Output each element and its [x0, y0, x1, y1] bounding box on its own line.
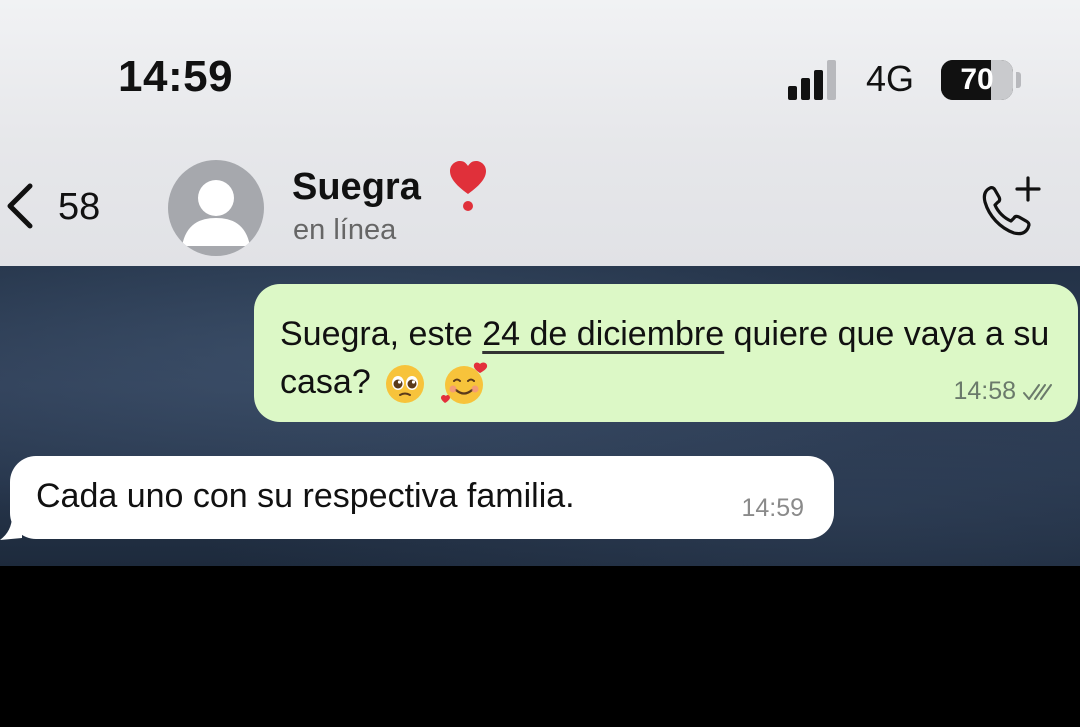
incoming-message[interactable]: Cada uno con su respectiva familia. 14:5…	[10, 456, 834, 539]
outgoing-message-meta: 14:58	[953, 377, 1054, 406]
back-chevron-icon	[7, 183, 33, 229]
smiling-face-with-hearts-emoji	[440, 362, 487, 405]
contact-avatar[interactable]	[168, 160, 264, 256]
back-button[interactable]: 58	[0, 168, 120, 248]
contact-name[interactable]: Suegra	[292, 166, 421, 209]
network-type: 4G	[866, 58, 915, 99]
read-double-check-icon	[1023, 384, 1052, 401]
chat-header-area: 14:59 4G 70 58 Suegra en línea	[0, 0, 1080, 266]
status-time: 14:59	[118, 52, 234, 101]
date-link[interactable]: 24 de diciembre	[482, 315, 724, 353]
message-time: 14:58	[953, 377, 1016, 405]
contact-status: en línea	[293, 214, 397, 246]
message-time: 14:59	[741, 494, 804, 522]
incoming-message-text: Cada uno con su respectiva familia.	[36, 477, 575, 515]
pleading-face-emoji	[386, 365, 425, 404]
battery-icon: 70	[941, 60, 1013, 100]
message-text-part: Suegra, este	[280, 315, 483, 353]
incoming-bubble-tail	[0, 516, 22, 540]
avatar-placeholder-icon	[182, 180, 250, 246]
battery-percent: 70	[960, 63, 994, 96]
add-call-icon	[982, 176, 1041, 236]
unread-count: 58	[58, 186, 101, 228]
battery-cap	[1016, 72, 1021, 88]
heart-exclamation-icon	[450, 161, 486, 211]
chat-area[interactable]: Suegra, este 24 de diciembre quiere que …	[0, 266, 1080, 566]
outgoing-message[interactable]: Suegra, este 24 de diciembre quiere que …	[254, 284, 1078, 422]
signal-icon	[788, 60, 842, 100]
add-call-button[interactable]	[976, 172, 1048, 242]
outgoing-message-text: Suegra, este 24 de diciembre quiere que …	[280, 310, 1060, 408]
bottom-black-area	[0, 566, 1080, 727]
